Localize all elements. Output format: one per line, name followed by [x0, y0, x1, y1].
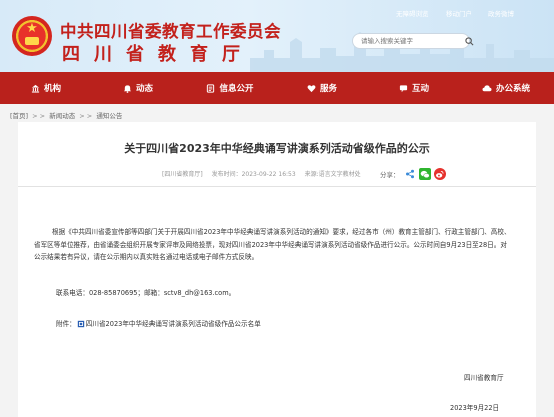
search-button[interactable] [460, 33, 478, 49]
nav-item-office[interactable]: 办公系统 [460, 72, 552, 104]
breadcrumb-separator: > > [79, 112, 93, 120]
breadcrumb-home[interactable]: [首页] [10, 112, 28, 120]
nav-label: 信息公开 [219, 84, 254, 94]
chat-icon [399, 84, 408, 93]
contact-info: 联系电话：028-85870695；邮箱：sctv8_dh@163.com。 [56, 289, 236, 297]
document-icon [206, 83, 215, 93]
breadcrumb: [首页] > > 新闻动态 > > 通知公告 [10, 110, 122, 122]
attachment-file-icon [77, 320, 85, 328]
mobile-portal-link[interactable]: 移动门户 [446, 8, 472, 18]
meta-date: 发布时间：2023-09-22 16:53 [211, 171, 296, 178]
org-subtitle: 四川省教育厅 [62, 44, 254, 65]
attachment-label: 附件： [56, 320, 76, 328]
heart-icon [307, 84, 316, 93]
breadcrumb-separator: > > [32, 112, 46, 120]
share-network-icon [405, 169, 414, 179]
nav-label: 机构 [43, 84, 61, 94]
bell-icon [123, 84, 132, 93]
cloud-icon [482, 84, 492, 93]
share-wechat-button[interactable] [418, 168, 431, 180]
title-divider [18, 186, 536, 187]
nav-item-news[interactable]: 动态 [92, 72, 184, 104]
share-network-button[interactable] [404, 168, 416, 180]
meta-source: [四川省教育厅] [162, 171, 203, 178]
attachment-line: 附件： 四川省2023年中华经典诵写讲演系列活动省级作品公示名单 [56, 318, 534, 331]
wechat-icon [420, 170, 430, 178]
party-emblem-icon: ★ [12, 16, 52, 56]
main-nav: 机构 动态 信息公开 服务 互动 办公系统 [0, 72, 554, 104]
weibo-icon [435, 170, 444, 178]
share-bar: 分享： [380, 167, 449, 181]
bank-icon [31, 84, 40, 93]
article-paragraph: 根据《中共四川省委宣传部等四部门关于开展四川省2023年中华经典诵写讲演系列活动… [34, 228, 511, 261]
accessibility-link[interactable]: 无障碍浏览 [396, 8, 429, 18]
nav-item-interact[interactable]: 互动 [368, 72, 460, 104]
org-title: 中共四川省委教育工作委员会 [60, 22, 281, 41]
nav-label: 服务 [319, 84, 337, 94]
nav-item-service[interactable]: 服务 [276, 72, 368, 104]
site-header: ★ 中共四川省委教育工作委员会 四川省教育厅 无障碍浏览 移动门户 政务微博 [0, 0, 554, 72]
attachment-link[interactable]: 四川省2023年中华经典诵写讲演系列活动省级作品公示名单 [86, 318, 261, 331]
weibo-link[interactable]: 政务微博 [488, 8, 514, 18]
search-input[interactable] [352, 33, 470, 49]
breadcrumb-notices[interactable]: 通知公告 [96, 112, 122, 120]
search-icon [464, 36, 473, 45]
top-links: 无障碍浏览 移动门户 政务微博 [388, 8, 552, 20]
nav-item-info[interactable]: 信息公开 [184, 72, 276, 104]
nav-label: 动态 [135, 84, 153, 94]
nav-item-org[interactable]: 机构 [0, 72, 92, 104]
meta-origin: 来源:语言文字教材处 [304, 171, 361, 178]
article-meta: [四川省教育厅] 发布时间：2023-09-22 16:53 来源:语言文字教材… [162, 169, 368, 181]
share-weibo-button[interactable] [433, 168, 446, 180]
nav-label: 办公系统 [495, 84, 530, 94]
signature-org: 四川省教育厅 [464, 374, 504, 382]
share-label: 分享： [380, 171, 400, 179]
nav-label: 互动 [411, 84, 429, 94]
article-title: 关于四川省2023年中华经典诵写讲演系列活动省级作品的公示 [124, 142, 430, 155]
article-card: 关于四川省2023年中华经典诵写讲演系列活动省级作品的公示 [四川省教育厅] 发… [18, 122, 536, 417]
breadcrumb-news[interactable]: 新闻动态 [49, 112, 75, 120]
signature-date: 2023年9月22日 [450, 404, 500, 412]
